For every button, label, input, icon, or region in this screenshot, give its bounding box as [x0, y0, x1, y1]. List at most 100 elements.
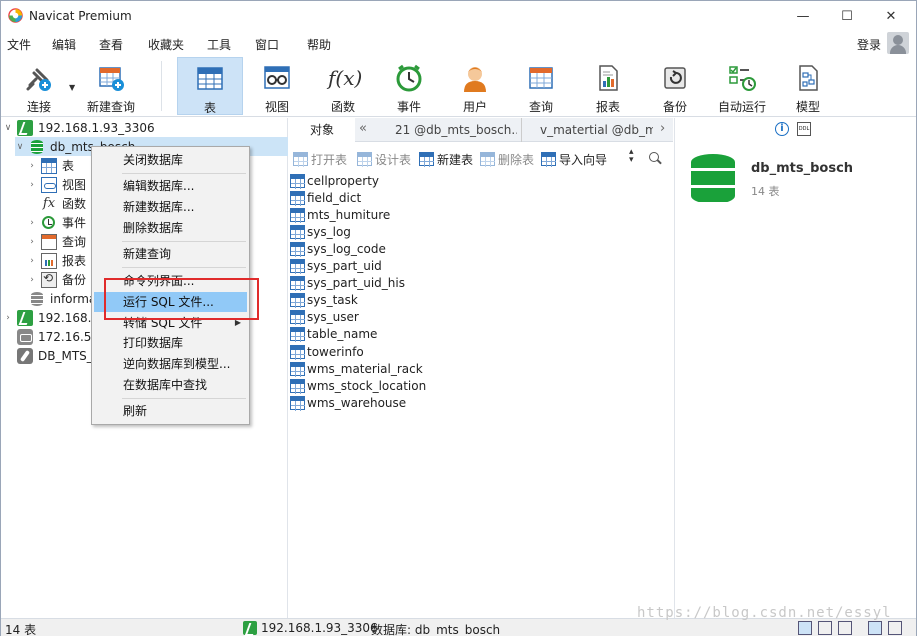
- expand-chevron-icon[interactable]: ›: [27, 256, 37, 266]
- toolbar-event-button[interactable]: 事件: [376, 57, 442, 115]
- tree-connection-label: 192.168.1: [38, 310, 100, 325]
- tab-objects[interactable]: 对象: [289, 118, 355, 142]
- collapse-chevron-icon[interactable]: ∨: [3, 123, 13, 133]
- table-list-item[interactable]: mts_humiture: [290, 206, 390, 223]
- expand-chevron-icon[interactable]: ›: [27, 275, 37, 285]
- toolbar-connect-button[interactable]: 连接: [7, 57, 71, 115]
- tree-node-reports[interactable]: › 报表: [27, 251, 86, 270]
- menu-file[interactable]: 文件: [7, 36, 31, 53]
- table-list-item[interactable]: wms_warehouse: [290, 394, 406, 411]
- toolbar-function-button[interactable]: f(x) 函数: [310, 57, 376, 115]
- sqlite-connection-icon: [17, 347, 33, 364]
- tree-node-functions[interactable]: fx 函数: [27, 194, 86, 213]
- toolbar-backup-button[interactable]: 备份: [642, 57, 708, 115]
- toolbar-model-button[interactable]: 模型: [775, 57, 841, 115]
- toggle-right-pane-icon[interactable]: [888, 621, 902, 635]
- menu-help[interactable]: 帮助: [307, 36, 331, 53]
- open-table-button[interactable]: 打开表: [293, 150, 347, 168]
- tree-connection-4[interactable]: DB_MTS_: [17, 346, 93, 365]
- expand-chevron-icon[interactable]: ›: [27, 237, 37, 247]
- database-large-icon: [691, 154, 735, 204]
- menu-find-in-database[interactable]: 在数据库中查找: [94, 375, 247, 395]
- menu-close-database[interactable]: 关闭数据库: [94, 150, 247, 170]
- toolbar-overflow-icon[interactable]: ▴ ▾: [629, 148, 634, 165]
- menu-edit-database[interactable]: 编辑数据库...: [94, 176, 247, 196]
- toolbar-report-button[interactable]: 报表: [575, 57, 641, 115]
- table-list-item[interactable]: towerinfo: [290, 343, 364, 360]
- collapse-chevron-icon[interactable]: ∨: [15, 142, 25, 152]
- toolbar-new-query-button[interactable]: 新建查询: [79, 57, 143, 115]
- ddl-icon[interactable]: DDL: [797, 122, 811, 136]
- tree-node-events[interactable]: › 事件: [27, 213, 86, 232]
- toolbar-view-button[interactable]: 视图: [244, 57, 310, 115]
- automation-icon: [729, 66, 756, 91]
- menu-reverse-to-model[interactable]: 逆向数据库到模型...: [94, 354, 247, 374]
- menu-print-database[interactable]: 打印数据库: [94, 333, 247, 353]
- delete-table-label: 删除表: [498, 152, 535, 167]
- toolbar-user-button[interactable]: 用户: [442, 57, 508, 115]
- tree-database-information-schema[interactable]: informa: [29, 289, 96, 308]
- table-list-item[interactable]: field_dict: [290, 189, 361, 206]
- table-list-item[interactable]: sys_log_code: [290, 240, 386, 257]
- backup-icon: [41, 271, 57, 288]
- tab-query-21[interactable]: 21 @db_mts_bosch...: [375, 118, 517, 142]
- menu-tools[interactable]: 工具: [207, 36, 231, 53]
- import-wizard-button[interactable]: 导入向导: [541, 150, 607, 168]
- grid-view-icon[interactable]: [798, 621, 812, 635]
- expand-chevron-icon[interactable]: ›: [27, 218, 37, 228]
- tree-node-views[interactable]: › 视图: [27, 175, 86, 194]
- toolbar-table-button[interactable]: 表: [177, 57, 243, 115]
- menu-delete-database[interactable]: 删除数据库: [94, 218, 247, 238]
- menu-new-query[interactable]: 新建查询: [94, 244, 247, 264]
- maximize-button[interactable]: ☐: [825, 1, 869, 31]
- sqlserver-connection-icon: [17, 328, 33, 345]
- table-icon: [290, 276, 305, 292]
- info-icon[interactable]: i: [775, 122, 789, 136]
- menu-new-database[interactable]: 新建数据库...: [94, 197, 247, 217]
- close-button[interactable]: ✕: [869, 1, 913, 31]
- tree-connection-2[interactable]: › 192.168.1: [3, 308, 99, 327]
- table-list-item[interactable]: cellproperty: [290, 172, 379, 189]
- tab-view-matertial[interactable]: v_matertial @db_m...: [521, 118, 653, 142]
- table-list-item[interactable]: wms_material_rack: [290, 360, 423, 377]
- list-view-icon[interactable]: [818, 621, 832, 635]
- table-list-item[interactable]: sys_task: [290, 292, 358, 309]
- tree-node-tables[interactable]: › 表: [27, 156, 74, 175]
- login-link[interactable]: 登录: [857, 36, 881, 53]
- menu-refresh[interactable]: 刷新: [94, 401, 247, 421]
- expand-chevron-icon[interactable]: ›: [27, 161, 37, 171]
- table-list-item[interactable]: sys_user: [290, 309, 359, 326]
- table-icon: [290, 293, 305, 309]
- menu-window[interactable]: 窗口: [255, 36, 279, 53]
- design-table-button[interactable]: 设计表: [357, 150, 411, 168]
- toolbar-query-button[interactable]: 查询: [508, 57, 574, 115]
- tab-bar: 对象 « 21 @db_mts_bosch... v_matertial @db…: [289, 118, 673, 142]
- detail-view-icon[interactable]: [838, 621, 852, 635]
- tab-scroll-right-icon[interactable]: ›: [660, 121, 665, 136]
- expand-chevron-icon[interactable]: ›: [3, 313, 13, 323]
- minimize-button[interactable]: —: [781, 1, 825, 31]
- menu-edit[interactable]: 编辑: [52, 36, 76, 53]
- tree-connection-3[interactable]: 172.16.50: [17, 327, 99, 346]
- search-icon[interactable]: [649, 152, 659, 162]
- avatar[interactable]: [887, 32, 909, 54]
- tab-scroll-left-icon[interactable]: «: [359, 121, 367, 136]
- tree-connection-1[interactable]: ∨ 192.168.1.93_3306: [3, 118, 288, 137]
- connect-dropdown-caret[interactable]: ▼: [69, 83, 75, 92]
- table-list-item[interactable]: table_name: [290, 326, 377, 343]
- tree-node-queries[interactable]: › 查询: [27, 232, 86, 251]
- menu-view[interactable]: 查看: [99, 36, 123, 53]
- tree-node-backups[interactable]: › 备份: [27, 270, 86, 289]
- toggle-left-pane-icon[interactable]: [868, 621, 882, 635]
- table-list-item[interactable]: wms_stock_location: [290, 377, 426, 394]
- menu-favorites[interactable]: 收藏夹: [148, 36, 184, 53]
- table-list-item[interactable]: sys_part_uid: [290, 258, 382, 275]
- expand-chevron-icon[interactable]: ›: [27, 180, 37, 190]
- view-icon: [41, 176, 57, 193]
- toolbar-automation-button[interactable]: 自动运行: [709, 57, 775, 115]
- table-list-item[interactable]: sys_part_uid_his: [290, 275, 405, 292]
- table-list-item[interactable]: sys_log: [290, 223, 351, 240]
- delete-table-button[interactable]: 删除表: [480, 150, 534, 168]
- toolbar-event-label: 事件: [396, 100, 421, 114]
- new-table-button[interactable]: 新建表: [419, 150, 473, 168]
